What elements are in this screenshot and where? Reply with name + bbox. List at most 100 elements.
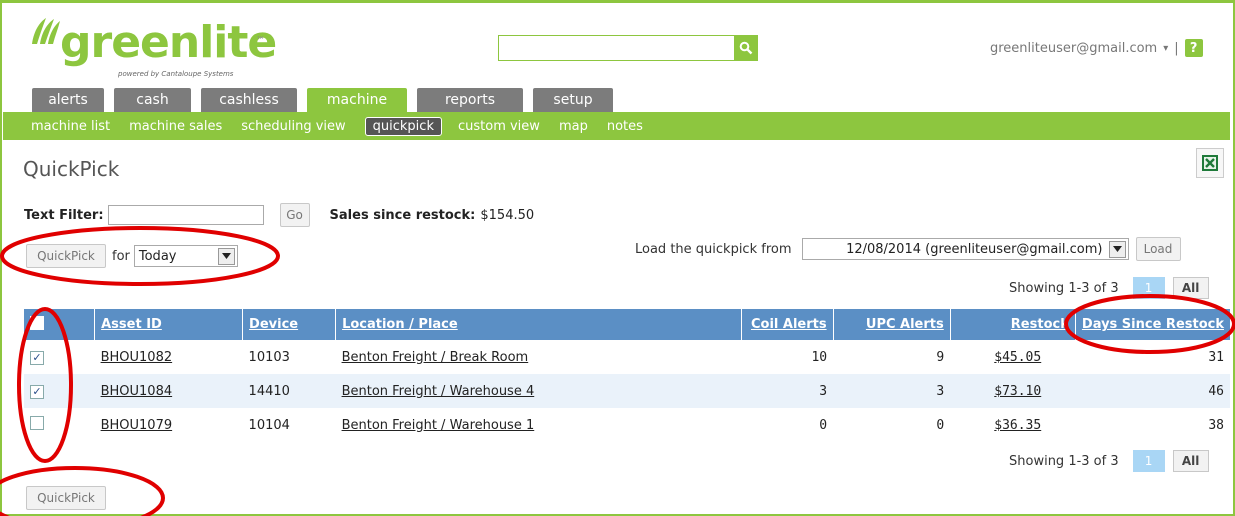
tab-machine[interactable]: machine [307, 88, 407, 112]
coil-alerts-cell: 3 [819, 383, 828, 399]
help-icon[interactable]: ? [1184, 39, 1203, 57]
logo-trademark: ™ [256, 36, 265, 46]
subnav-custom-view[interactable]: custom view [458, 119, 540, 134]
user-separator: | [1174, 40, 1179, 56]
restock-link[interactable]: $73.10 [950, 374, 1075, 408]
chevron-down-icon [217, 247, 235, 265]
user-dropdown-caret[interactable]: ▾ [1163, 43, 1168, 54]
column-header-coil-alerts[interactable]: Coil Alerts [741, 309, 834, 340]
showing-count: Showing 1-3 of 3 [1009, 453, 1119, 469]
subnav-machine-sales[interactable]: machine sales [129, 119, 222, 134]
upc-alerts-cell: 0 [936, 417, 945, 433]
column-header-days-since-restock[interactable]: Days Since Restock [1075, 309, 1230, 340]
row-select-cell [24, 340, 95, 374]
page-number-current[interactable]: 1 [1132, 277, 1165, 299]
quickpick-bottom-wrap: QuickPick [26, 486, 106, 510]
row-checkbox[interactable] [30, 384, 44, 399]
period-select[interactable]: Today [133, 245, 238, 267]
main-tabs: alerts cash cashless machine reports set… [32, 88, 623, 112]
column-header-location[interactable]: Location / Place [335, 309, 742, 340]
showing-count: Showing 1-3 of 3 [1009, 280, 1119, 296]
table-row: BHOU1082 10103 Benton Freight / Break Ro… [24, 340, 1230, 374]
search-icon [739, 41, 753, 55]
chevron-down-icon [1108, 240, 1126, 258]
table-header-row: Asset ID Device Location / Place Coil Al… [24, 309, 1230, 340]
search-box [498, 35, 758, 61]
row-checkbox[interactable] [30, 350, 44, 365]
load-label: Load the quickpick from [635, 241, 792, 257]
select-all-cell [24, 309, 96, 340]
tab-alerts[interactable]: alerts [32, 88, 104, 112]
quickpick-table: Asset ID Device Location / Place Coil Al… [24, 309, 1230, 442]
asset-id-link[interactable]: BHOU1079 [95, 408, 243, 442]
table-row: BHOU1079 10104 Benton Freight / Warehous… [24, 408, 1230, 442]
subnav-map[interactable]: map [559, 119, 588, 134]
location-link[interactable]: Benton Freight / Break Room [336, 340, 742, 374]
load-date-value: 12/08/2014 (greenliteuser@gmail.com) [846, 241, 1103, 257]
sales-since-restock-label: Sales since restock: [329, 207, 476, 223]
subnav-scheduling-view[interactable]: scheduling view [241, 119, 345, 134]
leaf-icon [32, 18, 60, 44]
quickpick-bottom-button[interactable]: QuickPick [26, 486, 106, 510]
upc-alerts-cell: 3 [936, 383, 945, 399]
tab-reports[interactable]: reports [417, 88, 523, 112]
location-link[interactable]: Benton Freight / Warehouse 1 [336, 408, 742, 442]
column-header-upc-alerts[interactable]: UPC Alerts [833, 309, 951, 340]
tab-cashless[interactable]: cashless [201, 88, 297, 112]
filter-row: Text Filter: Go Sales since restock: $15… [24, 203, 534, 227]
paging-top: Showing 1-3 of 3 1 All [1009, 277, 1209, 299]
period-value: Today [138, 248, 177, 264]
user-menu: greenliteuser@gmail.com ▾ | ? [990, 39, 1203, 57]
device-cell: 10103 [248, 349, 290, 365]
days-since-restock-cell: 38 [1208, 417, 1224, 433]
quickpick-button[interactable]: QuickPick [26, 244, 106, 268]
search-input[interactable] [498, 35, 734, 61]
device-cell: 10104 [248, 417, 290, 433]
load-button[interactable]: Load [1135, 237, 1181, 261]
restock-link[interactable]: $36.35 [950, 408, 1075, 442]
text-filter-label: Text Filter: [24, 207, 104, 223]
tab-setup[interactable]: setup [533, 88, 613, 112]
coil-alerts-cell: 0 [819, 417, 828, 433]
logo-tagline: powered by Cantaloupe Systems [118, 70, 234, 78]
user-email[interactable]: greenliteuser@gmail.com [990, 41, 1157, 56]
page-all-button[interactable]: All [1172, 450, 1209, 472]
sales-since-restock-value: $154.50 [480, 207, 535, 223]
column-header-asset-id[interactable]: Asset ID [94, 309, 244, 340]
device-cell: 14410 [248, 383, 290, 399]
column-header-restock[interactable]: Restock [950, 309, 1076, 340]
excel-export-button[interactable] [1196, 148, 1224, 178]
asset-id-link[interactable]: BHOU1084 [95, 374, 243, 408]
logo-text: greenlite [60, 17, 277, 68]
restock-link[interactable]: $45.05 [950, 340, 1075, 374]
text-filter-input[interactable] [107, 205, 264, 225]
go-button[interactable]: Go [279, 203, 310, 227]
subnav-machine-list[interactable]: machine list [31, 119, 110, 134]
location-link[interactable]: Benton Freight / Warehouse 4 [336, 374, 742, 408]
asset-id-link[interactable]: BHOU1082 [95, 340, 243, 374]
for-label: for [112, 248, 130, 264]
sub-navigation: machine list machine sales scheduling vi… [3, 112, 1230, 140]
upc-alerts-cell: 9 [936, 349, 945, 365]
select-all-checkbox[interactable] [30, 315, 44, 330]
row-select-cell [24, 408, 95, 442]
load-row: Load the quickpick from 12/08/2014 (gree… [635, 237, 1181, 261]
table-row: BHOU1084 14410 Benton Freight / Warehous… [24, 374, 1230, 408]
column-header-device[interactable]: Device [242, 309, 337, 340]
greenlite-logo[interactable]: greenlite ™ powered by Cantaloupe System… [28, 12, 278, 90]
paging-bottom: Showing 1-3 of 3 1 All [1009, 450, 1209, 472]
coil-alerts-cell: 10 [811, 349, 828, 365]
page-all-button[interactable]: All [1172, 277, 1209, 299]
search-button[interactable] [734, 35, 758, 61]
subnav-quickpick[interactable]: quickpick [364, 116, 442, 136]
quickpick-row: QuickPick for Today [26, 244, 238, 268]
tab-cash[interactable]: cash [114, 88, 191, 112]
row-select-cell [24, 374, 95, 408]
load-date-select[interactable]: 12/08/2014 (greenliteuser@gmail.com) [801, 238, 1129, 260]
row-checkbox[interactable] [30, 416, 44, 430]
days-since-restock-cell: 31 [1208, 349, 1224, 365]
subnav-notes[interactable]: notes [607, 119, 643, 134]
page-title: QuickPick [23, 157, 120, 181]
page-number-current[interactable]: 1 [1132, 450, 1165, 472]
excel-icon [1202, 155, 1218, 171]
